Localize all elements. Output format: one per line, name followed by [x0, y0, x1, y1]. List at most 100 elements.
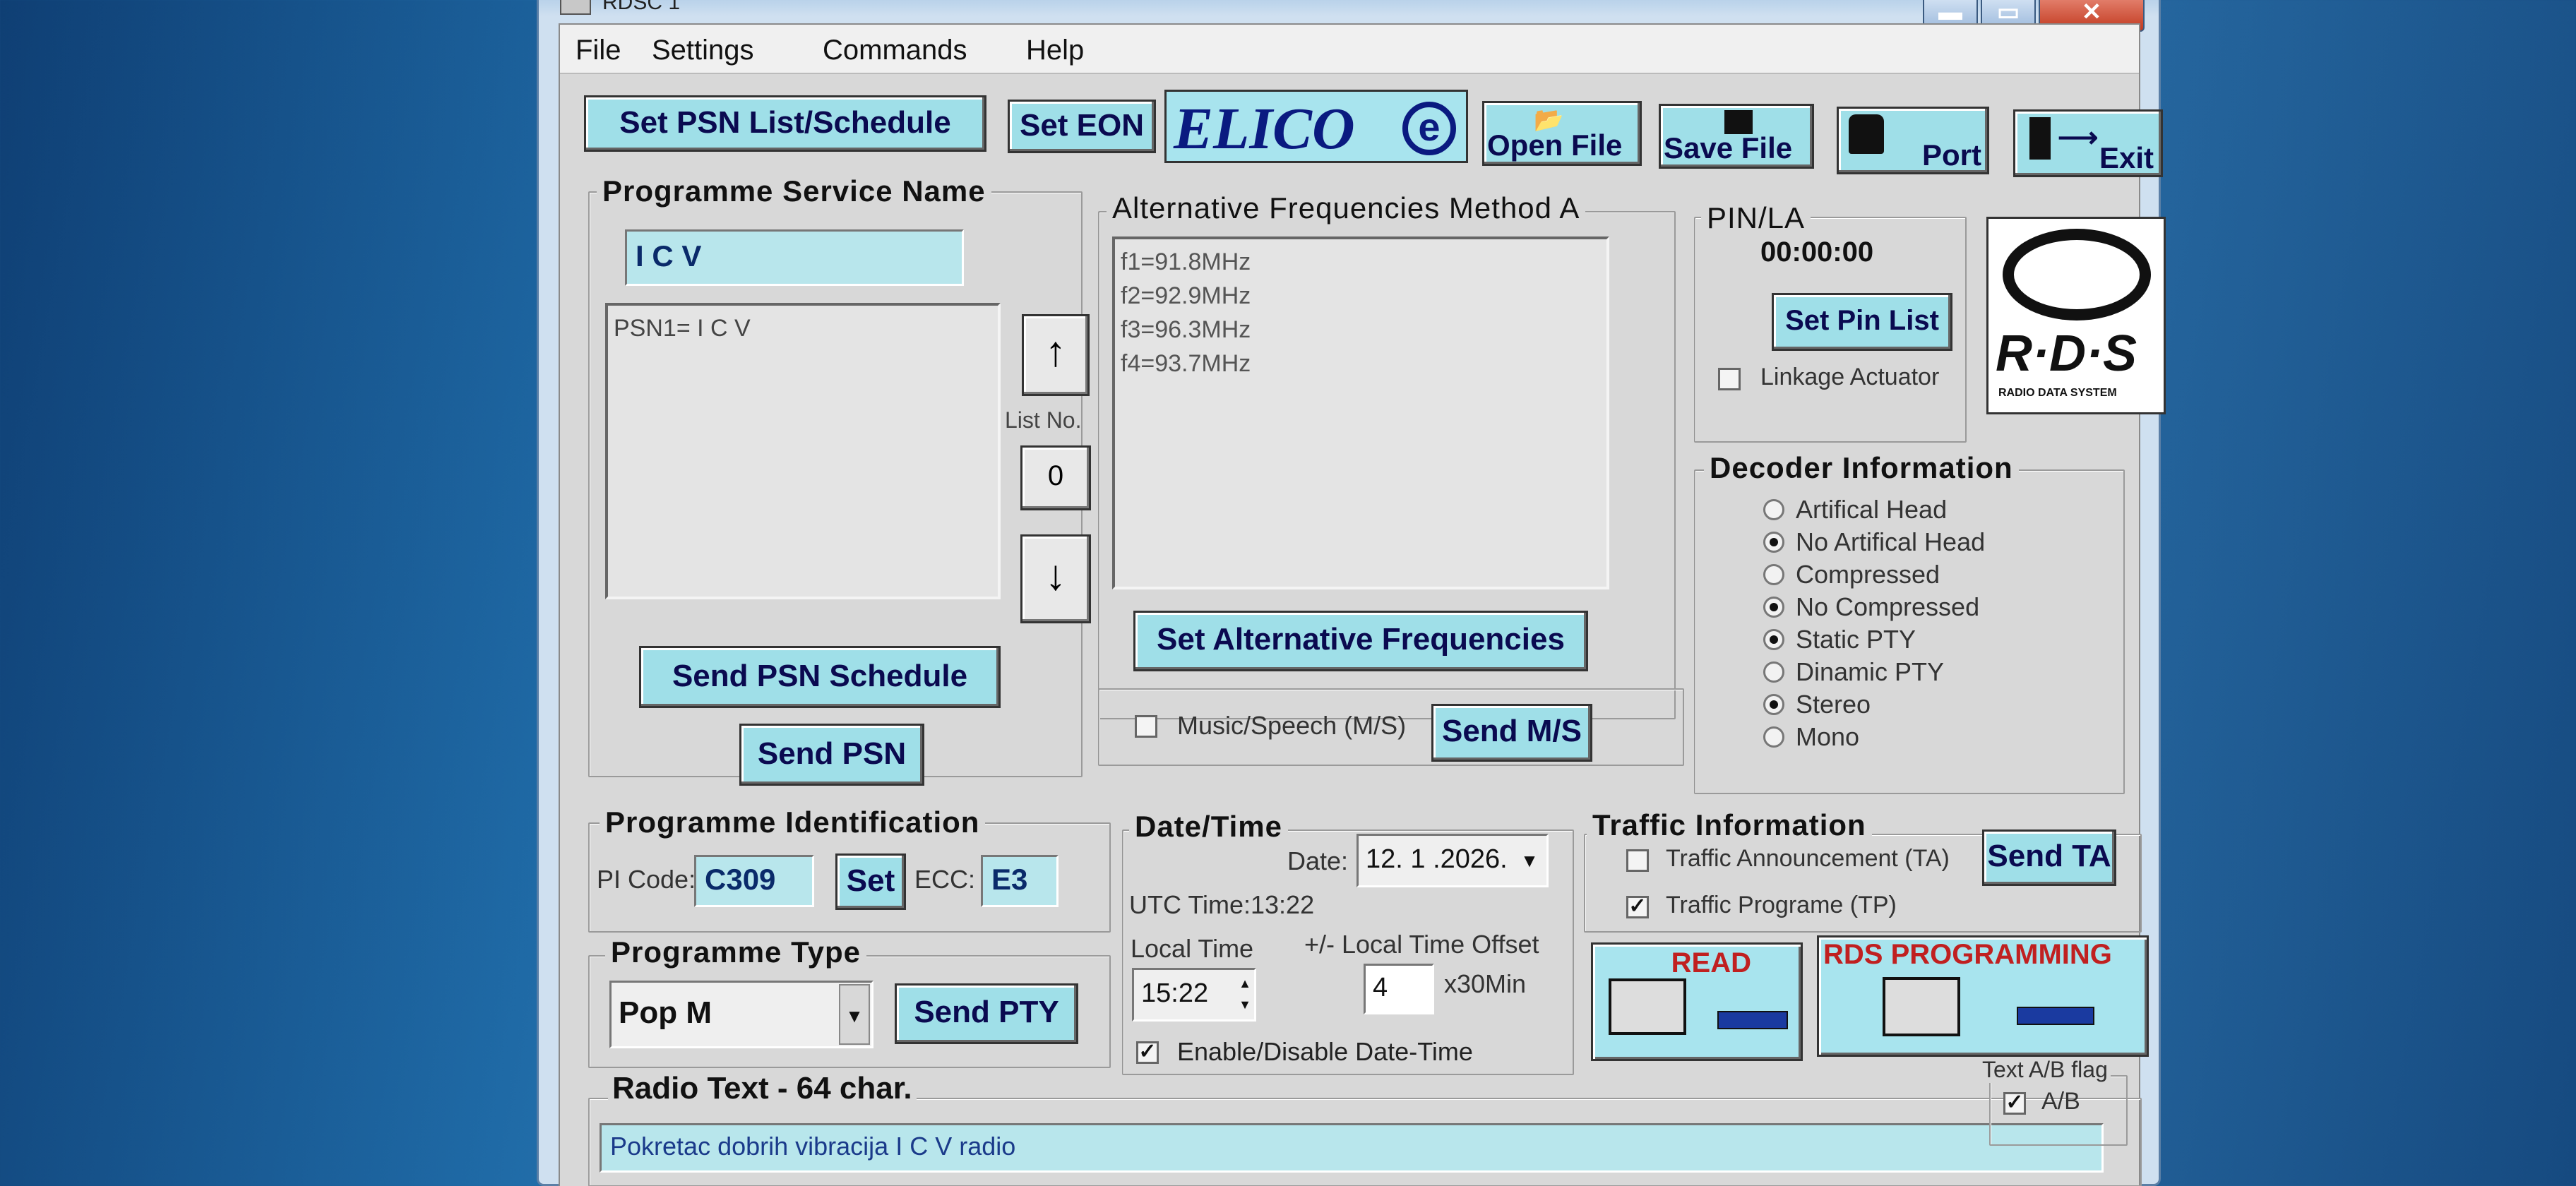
exit-button[interactable]: ⟶ Exit: [2013, 109, 2163, 177]
ms-checkbox[interactable]: [1135, 715, 1157, 738]
list-no-value[interactable]: 0: [1020, 445, 1091, 510]
date-label: Date:: [1287, 846, 1349, 875]
device-icon: [2017, 1007, 2094, 1025]
set-pin-list-button[interactable]: Set Pin List: [1772, 293, 1952, 351]
local-time-spinner[interactable]: 15:22 ▲ ▼: [1132, 968, 1256, 1022]
window-title: RDSC 1: [602, 0, 681, 14]
minimize-icon: ▬: [1938, 0, 1962, 25]
send-psn-schedule-button[interactable]: Send PSN Schedule: [639, 646, 1001, 708]
rds-logo-sub: RADIO DATA SYSTEM: [1998, 387, 2117, 399]
exit-arrow-icon: ⟶: [2058, 122, 2099, 153]
menu-commands[interactable]: Commands: [823, 35, 967, 66]
rds-logo-icon: [2003, 229, 2151, 321]
device-icon: [1717, 1011, 1788, 1029]
decoder-radio-label: No Compressed: [1796, 592, 1980, 621]
arrow-up-icon: ↑: [1045, 328, 1066, 375]
enable-datetime-label: Enable/Disable Date-Time: [1177, 1037, 1473, 1066]
rds-logo-text: R·D·S: [1996, 325, 2137, 382]
tp-checkbox[interactable]: ✓: [1626, 896, 1649, 918]
offset-field[interactable]: 4: [1364, 964, 1434, 1014]
linkage-label: Linkage Actuator: [1760, 364, 1940, 390]
spinner-icon[interactable]: ▲ ▼: [1239, 973, 1251, 1015]
decoder-radio[interactable]: [1763, 564, 1784, 585]
list-no-label: List No.: [1005, 407, 1082, 433]
ecc-label: ECC:: [914, 865, 976, 894]
ab-label: A/B: [2041, 1088, 2080, 1115]
list-item[interactable]: f3=96.3MHz: [1121, 313, 1601, 347]
computer-icon: [1883, 977, 1960, 1036]
set-af-button[interactable]: Set Alternative Frequencies: [1133, 611, 1588, 671]
close-icon: ✕: [2081, 0, 2102, 25]
menu-help[interactable]: Help: [1026, 35, 1084, 66]
ab-checkbox[interactable]: ✓: [2003, 1092, 2026, 1115]
decoder-radio[interactable]: [1763, 726, 1784, 748]
read-panel[interactable]: READ: [1591, 942, 1803, 1061]
read-label: READ: [1671, 947, 1751, 978]
ab-flag-title: Text A/B flag: [1979, 1057, 2111, 1083]
menu-bar: File Settings Commands Help: [560, 25, 2139, 74]
pin-time: 00:00:00: [1760, 236, 1874, 268]
pty-title: Programme Type: [605, 935, 866, 969]
save-file-button[interactable]: Save File: [1659, 104, 1814, 169]
set-psn-list-button[interactable]: Set PSN List/Schedule: [584, 95, 986, 152]
send-ms-button[interactable]: Send M/S: [1431, 704, 1592, 762]
computer-icon: [1609, 978, 1686, 1035]
rds-programming-panel[interactable]: RDS PROGRAMMING: [1817, 935, 2149, 1057]
open-file-label: Open File: [1487, 128, 1623, 162]
decoder-radio[interactable]: [1763, 532, 1784, 553]
decoder-radio-label: Stereo: [1796, 690, 1871, 719]
checkmark-icon: ✓: [1628, 894, 1647, 918]
tp-label: Traffic Programe (TP): [1666, 892, 1897, 918]
radiotext-title: Radio Text - 64 char.: [608, 1071, 917, 1106]
decoder-radio-label: Artifical Head: [1796, 495, 1948, 524]
decoder-radio[interactable]: [1763, 694, 1784, 715]
rds-logo: R·D·S RADIO DATA SYSTEM: [1986, 217, 2166, 414]
decoder-radio[interactable]: [1763, 629, 1784, 650]
pi-title: Programme Identification: [600, 805, 986, 839]
open-file-button[interactable]: 📂 Open File: [1482, 101, 1642, 166]
datetime-title: Date/Time: [1129, 810, 1288, 844]
decoder-radio[interactable]: [1763, 499, 1784, 520]
af-listbox[interactable]: f1=91.8MHz f2=92.9MHz f3=96.3MHz f4=93.7…: [1112, 236, 1609, 589]
linkage-checkbox[interactable]: [1718, 368, 1741, 390]
maximize-icon: ▭: [1996, 0, 2020, 25]
pi-code-field[interactable]: C309: [694, 855, 814, 907]
set-eon-button[interactable]: Set EON: [1008, 100, 1156, 153]
send-psn-button[interactable]: Send PSN: [739, 724, 924, 786]
pty-select[interactable]: Pop M ▼: [609, 981, 873, 1048]
decoder-radio-label: Static PTY: [1796, 625, 1916, 654]
chevron-down-icon[interactable]: ▼: [839, 984, 870, 1045]
ta-checkbox[interactable]: [1626, 849, 1649, 872]
set-pi-button[interactable]: Set: [835, 853, 906, 910]
list-item[interactable]: f1=91.8MHz: [1121, 245, 1601, 279]
decoder-radio-label: No Artifical Head: [1796, 527, 1986, 556]
psn-value-field[interactable]: I C V: [625, 229, 964, 286]
enable-datetime-checkbox[interactable]: ✓: [1136, 1041, 1159, 1064]
psn-listbox[interactable]: PSN1= I C V: [605, 303, 1001, 599]
list-item[interactable]: f4=93.7MHz: [1121, 347, 1601, 381]
decoder-title: Decoder Information: [1704, 451, 2019, 485]
radiotext-field[interactable]: Pokretac dobrih vibracija I C V radio: [600, 1123, 2104, 1173]
decoder-radio[interactable]: [1763, 661, 1784, 683]
elico-logo-icon: e: [1402, 102, 1456, 155]
psn-title: Programme Service Name: [597, 174, 991, 208]
move-down-button[interactable]: ↓: [1020, 534, 1091, 623]
chevron-down-icon[interactable]: ▼: [1514, 837, 1545, 884]
list-item[interactable]: PSN1= I C V: [614, 311, 992, 345]
ecc-field[interactable]: E3: [981, 855, 1059, 907]
decoder-radio-label: Mono: [1796, 722, 1860, 751]
checkmark-icon: ✓: [1138, 1040, 1157, 1063]
send-pty-button[interactable]: Send PTY: [895, 983, 1078, 1044]
menu-file[interactable]: File: [576, 35, 621, 66]
port-label: Port: [1922, 138, 1981, 172]
app-icon: [560, 0, 591, 15]
port-button[interactable]: Port: [1837, 107, 1989, 174]
send-ta-button[interactable]: Send TA: [1982, 829, 2116, 886]
decoder-radio[interactable]: [1763, 597, 1784, 618]
move-up-button[interactable]: ↑: [1022, 314, 1090, 396]
local-time-value: 15:22: [1141, 978, 1209, 1008]
menu-settings[interactable]: Settings: [652, 35, 754, 66]
list-item[interactable]: f2=92.9MHz: [1121, 279, 1601, 313]
local-time-label: Local Time: [1131, 934, 1254, 963]
date-select[interactable]: 12. 1 .2026. ▼: [1356, 834, 1549, 887]
